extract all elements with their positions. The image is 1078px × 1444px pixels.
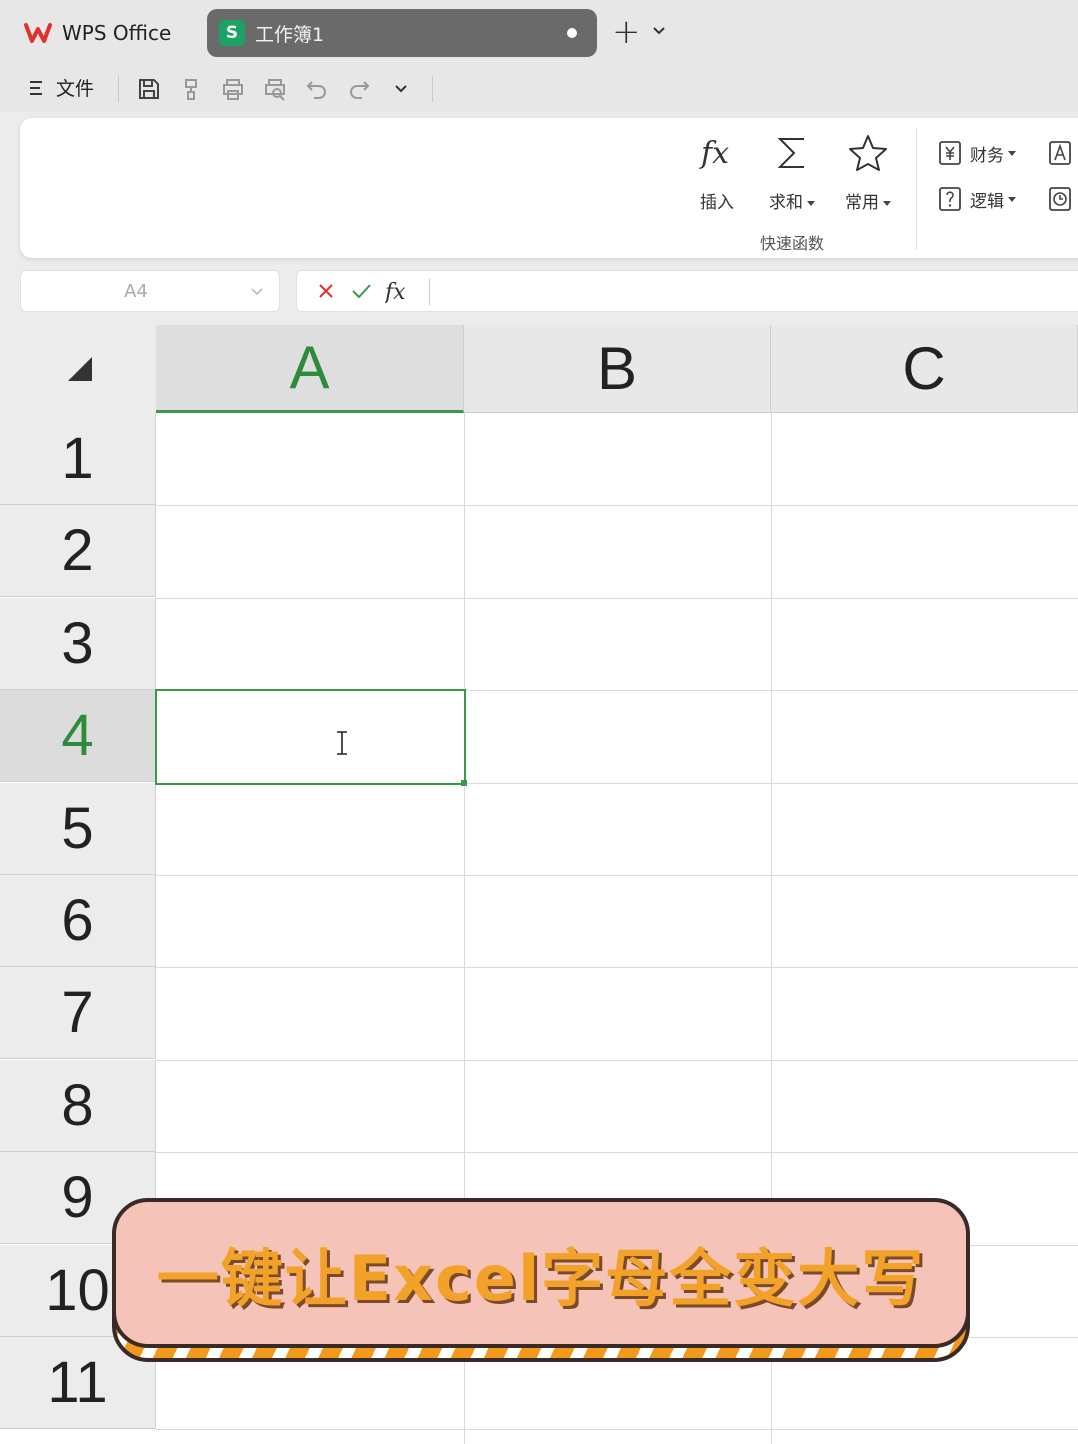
customize-toolbar-button[interactable] bbox=[386, 74, 416, 104]
name-box[interactable]: A4 bbox=[20, 270, 280, 312]
row-header-1[interactable]: 1 bbox=[0, 413, 156, 505]
datetime-functions-button[interactable] bbox=[1048, 186, 1078, 212]
row-gridline bbox=[156, 1152, 1078, 1153]
caret-down-icon bbox=[1008, 196, 1016, 202]
name-box-value: A4 bbox=[124, 281, 148, 302]
row-header-5[interactable]: 5 bbox=[0, 783, 156, 875]
column-header-c[interactable]: C bbox=[771, 325, 1078, 413]
chevron-down-icon[interactable] bbox=[249, 283, 265, 299]
finance-label: 财务 bbox=[970, 145, 1004, 166]
title-banner: 一键让Excel字母全变大写 bbox=[112, 1198, 970, 1348]
print-preview-button[interactable] bbox=[260, 74, 290, 104]
selected-cell-A4[interactable] bbox=[155, 689, 466, 785]
new-tab-button[interactable]: + bbox=[612, 14, 641, 50]
undo-icon bbox=[306, 81, 326, 99]
formula-bar-divider bbox=[429, 279, 430, 305]
row-gridline bbox=[156, 505, 1078, 506]
confirm-check-icon[interactable] bbox=[349, 279, 373, 303]
insert-function-button[interactable]: fx 插入 bbox=[680, 130, 754, 213]
row-gridline bbox=[156, 598, 1078, 599]
caret-down-icon bbox=[1008, 150, 1016, 156]
finance-functions-button[interactable]: 财务 bbox=[938, 140, 1016, 166]
text-functions-button[interactable] bbox=[1048, 140, 1078, 166]
tab-wps-home[interactable]: WPS Office bbox=[8, 10, 198, 56]
logic-icon bbox=[939, 187, 961, 211]
save-button[interactable] bbox=[134, 74, 164, 104]
wps-logo-icon bbox=[24, 23, 52, 43]
printer-icon bbox=[223, 79, 243, 100]
row-header-4[interactable]: 4 bbox=[0, 690, 156, 782]
formula-bar[interactable]: fx bbox=[296, 270, 1078, 312]
row-header-8[interactable]: 8 bbox=[0, 1060, 156, 1152]
caret-down-icon bbox=[807, 200, 815, 206]
ribbon-formulas: fx 插入 求和 常用 快速函数 财务 逻辑 bbox=[20, 118, 1078, 258]
fx-icon: fx bbox=[699, 136, 729, 171]
caret-down-icon bbox=[883, 200, 891, 206]
row-header-6[interactable]: 6 bbox=[0, 875, 156, 967]
fx-icon[interactable]: fx bbox=[385, 279, 415, 305]
toolbar-divider bbox=[432, 76, 433, 102]
toolbar-divider bbox=[118, 76, 119, 102]
common-functions-label: 常用 bbox=[845, 193, 879, 213]
row-gridline bbox=[156, 967, 1078, 968]
row-header-7[interactable]: 7 bbox=[0, 967, 156, 1059]
row-gridline bbox=[156, 1429, 1078, 1430]
insert-function-label: 插入 bbox=[700, 193, 734, 213]
tab-doc-label: 工作簿1 bbox=[255, 23, 325, 46]
redo-icon bbox=[350, 81, 370, 99]
hamburger-icon bbox=[30, 80, 42, 95]
autosum-button[interactable]: 求和 bbox=[755, 130, 829, 213]
common-functions-button[interactable]: 常用 bbox=[831, 130, 905, 213]
save-icon bbox=[139, 79, 159, 99]
quick-functions-group-label: 快速函数 bbox=[759, 234, 824, 253]
row-gridline bbox=[156, 1060, 1078, 1061]
wps-spreadsheet-window: WPS Office S 工作簿1 + 文件 fx 插入 求和 常用 快速函数 … bbox=[0, 0, 1078, 1444]
spreadsheet-icon: S bbox=[219, 20, 245, 46]
chevron-down-icon bbox=[395, 85, 407, 93]
text-function-icon bbox=[1049, 141, 1071, 165]
cancel-icon[interactable] bbox=[315, 279, 337, 303]
row-header-3[interactable]: 3 bbox=[0, 598, 156, 690]
autosum-label: 求和 bbox=[769, 193, 803, 213]
file-menu-label: 文件 bbox=[56, 78, 95, 100]
column-header-b[interactable]: B bbox=[464, 325, 771, 413]
format-painter-icon bbox=[185, 79, 197, 100]
ribbon-divider bbox=[916, 128, 917, 250]
star-icon bbox=[849, 135, 887, 171]
tab-workbook1[interactable]: S 工作簿1 bbox=[207, 9, 597, 57]
text-cursor-icon bbox=[337, 731, 347, 755]
row-header-2[interactable]: 2 bbox=[0, 505, 156, 597]
redo-button[interactable] bbox=[344, 74, 374, 104]
sigma-icon bbox=[777, 138, 804, 168]
format-painter-button[interactable] bbox=[176, 74, 206, 104]
clock-icon bbox=[1049, 187, 1071, 211]
svg-text:fx: fx bbox=[699, 136, 729, 171]
logic-label: 逻辑 bbox=[970, 191, 1004, 212]
select-all-triangle-icon bbox=[68, 357, 92, 381]
chevron-down-icon[interactable] bbox=[650, 22, 668, 40]
print-preview-icon bbox=[265, 79, 285, 101]
fill-handle[interactable] bbox=[461, 780, 467, 786]
file-menu-button[interactable]: 文件 bbox=[28, 74, 94, 101]
undo-button[interactable] bbox=[302, 74, 332, 104]
finance-icon bbox=[939, 141, 961, 165]
column-header-a[interactable]: A bbox=[156, 325, 464, 413]
quick-access-toolbar: 文件 bbox=[0, 66, 1078, 112]
banner-text: 一键让Excel字母全变大写 bbox=[156, 1242, 926, 1315]
tab-bar: WPS Office S 工作簿1 + bbox=[0, 0, 1078, 66]
formula-fx-label: fx bbox=[385, 280, 406, 305]
unsaved-dot-icon[interactable] bbox=[567, 28, 577, 38]
print-button[interactable] bbox=[218, 74, 248, 104]
logic-functions-button[interactable]: 逻辑 bbox=[938, 186, 1016, 212]
row-gridline bbox=[156, 875, 1078, 876]
tab-home-label: WPS Office bbox=[62, 21, 172, 45]
